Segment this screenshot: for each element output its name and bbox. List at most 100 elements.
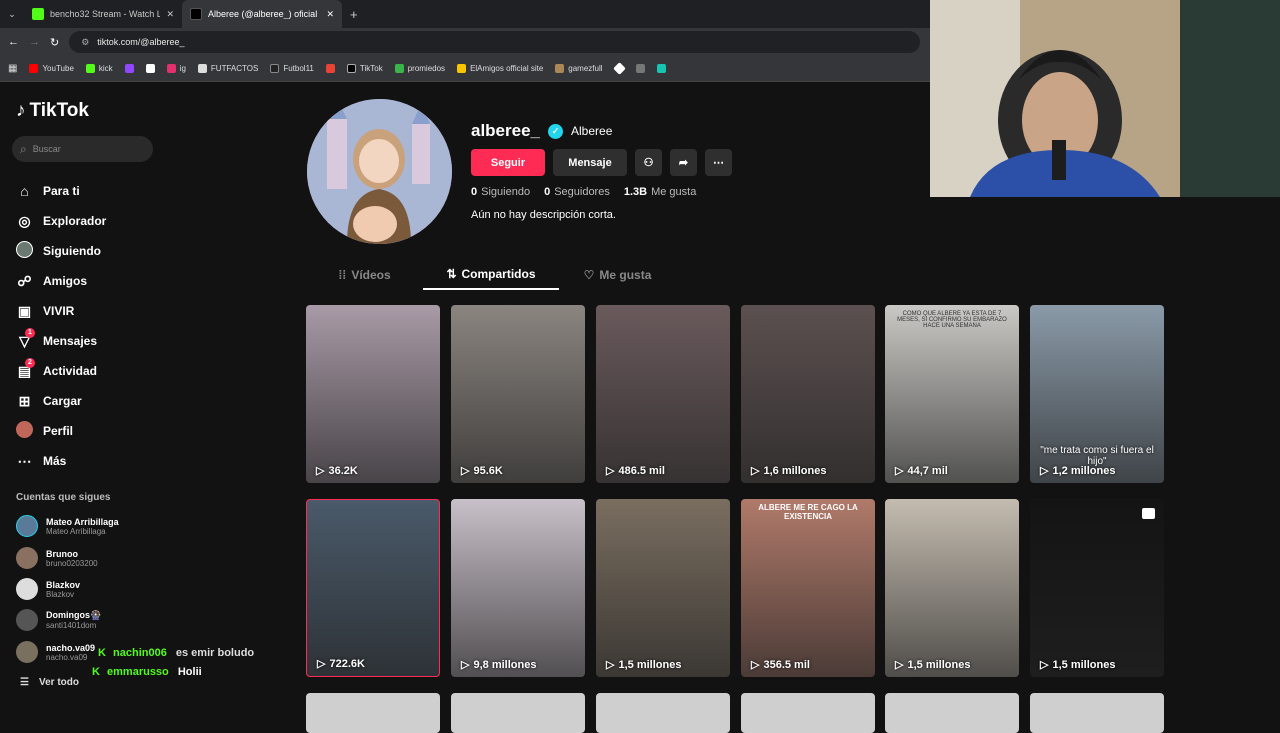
video-card[interactable]: ▷ 36.2K xyxy=(306,305,440,483)
bookmark-kick[interactable]: kick xyxy=(85,64,113,73)
back-icon[interactable]: ← xyxy=(8,36,19,48)
video-card[interactable] xyxy=(741,693,875,733)
video-card[interactable] xyxy=(885,693,1019,733)
search-input[interactable]: ⌕ Buscar xyxy=(12,136,153,162)
bookmark-gamezfull[interactable]: gamezfull xyxy=(555,64,603,73)
bookmark-ig[interactable]: ig xyxy=(166,64,186,73)
tiktok-favicon-icon xyxy=(190,8,202,20)
follow-button[interactable]: Seguir xyxy=(471,149,545,176)
sidebar-item-actividad[interactable]: ▤ 2 Actividad xyxy=(16,356,106,386)
bookmark-twitch[interactable] xyxy=(124,64,134,73)
suggested-accounts-button[interactable]: ⚇ xyxy=(635,149,662,176)
view-count: ▷ 1,6 millones xyxy=(751,464,827,478)
messages-icon: ▽ 1 xyxy=(16,327,35,350)
bookmark-tiktok[interactable]: TikTok xyxy=(346,64,383,73)
followers-stat[interactable]: 0 Seguidores xyxy=(544,186,610,198)
play-icon: ▷ xyxy=(316,465,325,477)
apps-grid-icon[interactable]: ▦ xyxy=(8,63,17,74)
heart-icon: ♡ xyxy=(583,268,595,282)
video-card[interactable]: ▷ 722.6K xyxy=(306,499,440,677)
tab-compartidos[interactable]: ⇅ Compartidos xyxy=(423,260,559,290)
followed-account[interactable]: nacho.va09 nacho.va09 xyxy=(16,641,95,663)
video-card[interactable] xyxy=(596,693,730,733)
bookmark-promiedos[interactable]: promiedos xyxy=(394,64,445,73)
tab-videos[interactable]: ⁞⁞ Vídeos xyxy=(306,260,423,290)
video-card[interactable] xyxy=(451,693,585,733)
sidebar-item-perfil[interactable]: Perfil xyxy=(16,416,106,446)
bookmark-mail[interactable] xyxy=(325,64,335,73)
compass-icon: ◎ xyxy=(18,212,31,229)
activity-badge: 2 xyxy=(25,357,35,368)
tab-me-gusta[interactable]: ♡ Me gusta xyxy=(559,260,676,290)
followed-account[interactable]: Blazkov Blazkov xyxy=(16,578,80,600)
reload-icon[interactable]: ↻ xyxy=(50,36,59,49)
message-button[interactable]: Mensaje xyxy=(553,149,627,176)
video-card[interactable]: "me trata como si fuera el hijo" ▷ 1,2 mil… xyxy=(1030,305,1164,483)
sidebar-item-vivir[interactable]: ▣ VIVIR xyxy=(16,296,106,326)
kick-badge-icon: K xyxy=(98,647,106,659)
picture-in-picture-icon[interactable] xyxy=(1142,508,1155,519)
video-card[interactable]: ALBERE ME RE CAGO LA EXISTENCIA ▷ 356.5 mi… xyxy=(741,499,875,677)
browser-tab-tiktok[interactable]: Alberee (@alberee_) oficial | Tik ✕ xyxy=(182,0,342,28)
sidebar-item-explorador[interactable]: ◎ Explorador xyxy=(16,206,106,236)
play-icon: ▷ xyxy=(317,658,326,670)
sidebar-item-mas[interactable]: ⋯ Más xyxy=(16,446,106,476)
bookmark-futfactos[interactable]: FUTFACTOS xyxy=(197,64,258,73)
following-stat[interactable]: 0 Siguiendo xyxy=(471,186,530,198)
bookmark-futbol11[interactable]: Futbol11 xyxy=(270,64,314,73)
play-icon: ▷ xyxy=(895,465,904,477)
view-count: ▷ 1,5 millones xyxy=(895,658,971,672)
sidebar-item-siguiendo[interactable]: Siguiendo xyxy=(16,236,106,266)
video-card[interactable]: ▷ 1,5 millones xyxy=(885,499,1019,677)
followed-account[interactable]: Mateo Arribillaga Mateo Arribillaga xyxy=(16,515,119,537)
new-tab-button[interactable]: + xyxy=(350,7,358,22)
bookmark-extra-3[interactable] xyxy=(656,64,666,73)
bookmark-extra-2[interactable] xyxy=(635,64,645,73)
bookmark-youtube[interactable]: YouTube xyxy=(29,64,74,73)
live-icon: ▣ xyxy=(17,302,32,319)
video-card[interactable]: ▷ 1,5 millones xyxy=(1030,499,1164,677)
tiktok-icon xyxy=(346,64,356,73)
tab-list-chevron-icon[interactable]: ⌄ xyxy=(0,9,24,20)
view-count: ▷ 9,8 millones xyxy=(461,658,537,672)
play-icon: ▷ xyxy=(1040,465,1049,477)
more-options-button[interactable]: ⋯ xyxy=(705,149,732,176)
sidebar-item-cargar[interactable]: ⊞ Cargar xyxy=(16,386,106,416)
see-all-link[interactable]: ☰ Ver todo xyxy=(20,677,79,688)
video-caption: ALBERE ME RE CAGO LA EXISTENCIA xyxy=(758,503,858,521)
gamezfull-icon xyxy=(555,64,565,73)
bookmark-x[interactable] xyxy=(145,64,155,73)
sidebar-item-mensajes[interactable]: ▽ 1 Mensajes xyxy=(16,326,106,356)
video-card[interactable]: ▷ 95.6K xyxy=(451,305,585,483)
followed-account[interactable]: Domingos🎡 santi1401dom xyxy=(16,609,101,631)
followed-account[interactable]: Brunoo bruno0203200 xyxy=(16,547,98,569)
sidebar-item-para-ti[interactable]: ⌂ Para ti xyxy=(16,176,106,206)
bookmark-site-icon xyxy=(635,64,645,73)
share-button[interactable]: ➦ xyxy=(670,149,697,176)
site-info-icon[interactable]: ⚙ xyxy=(81,37,89,48)
forward-icon[interactable]: → xyxy=(29,36,40,48)
bookmark-teal-icon xyxy=(656,64,666,73)
view-count: ▷ 486.5 mil xyxy=(606,464,665,478)
video-card[interactable]: ▷ 9,8 millones xyxy=(451,499,585,677)
video-card[interactable] xyxy=(1030,693,1164,733)
bookmark-elamigos[interactable]: ElAmigos official site xyxy=(457,64,543,73)
close-tab-icon[interactable]: ✕ xyxy=(326,9,334,20)
video-card[interactable]: ▷ 1,6 millones xyxy=(741,305,875,483)
share-icon: ➦ xyxy=(678,157,689,169)
sidebar-item-amigos[interactable]: ☍ Amigos xyxy=(16,266,106,296)
video-card[interactable] xyxy=(306,693,440,733)
video-card[interactable]: ▷ 486.5 mil xyxy=(596,305,730,483)
kick-favicon-icon xyxy=(32,8,44,20)
url-field[interactable]: ⚙ tiktok.com/@alberee_ xyxy=(69,31,920,53)
profile-avatar[interactable] xyxy=(307,99,452,244)
activity-icon: ▤ 2 xyxy=(16,357,35,380)
bookmark-extra-1[interactable] xyxy=(612,62,626,75)
tiktok-logo[interactable]: ♪ TikTok xyxy=(16,100,89,122)
video-card[interactable]: COMO QUE ALBERE YA ESTA DE 7 MESES, SI C… xyxy=(885,305,1019,483)
browser-tab-bar: ⌄ bencho32 Stream - Watch Live ✕ Alberee… xyxy=(0,0,930,28)
video-card[interactable]: ▷ 1,5 millones xyxy=(596,499,730,677)
instagram-icon xyxy=(166,64,176,73)
close-tab-icon[interactable]: ✕ xyxy=(166,9,174,20)
browser-tab-stream[interactable]: bencho32 Stream - Watch Live ✕ xyxy=(24,0,182,28)
